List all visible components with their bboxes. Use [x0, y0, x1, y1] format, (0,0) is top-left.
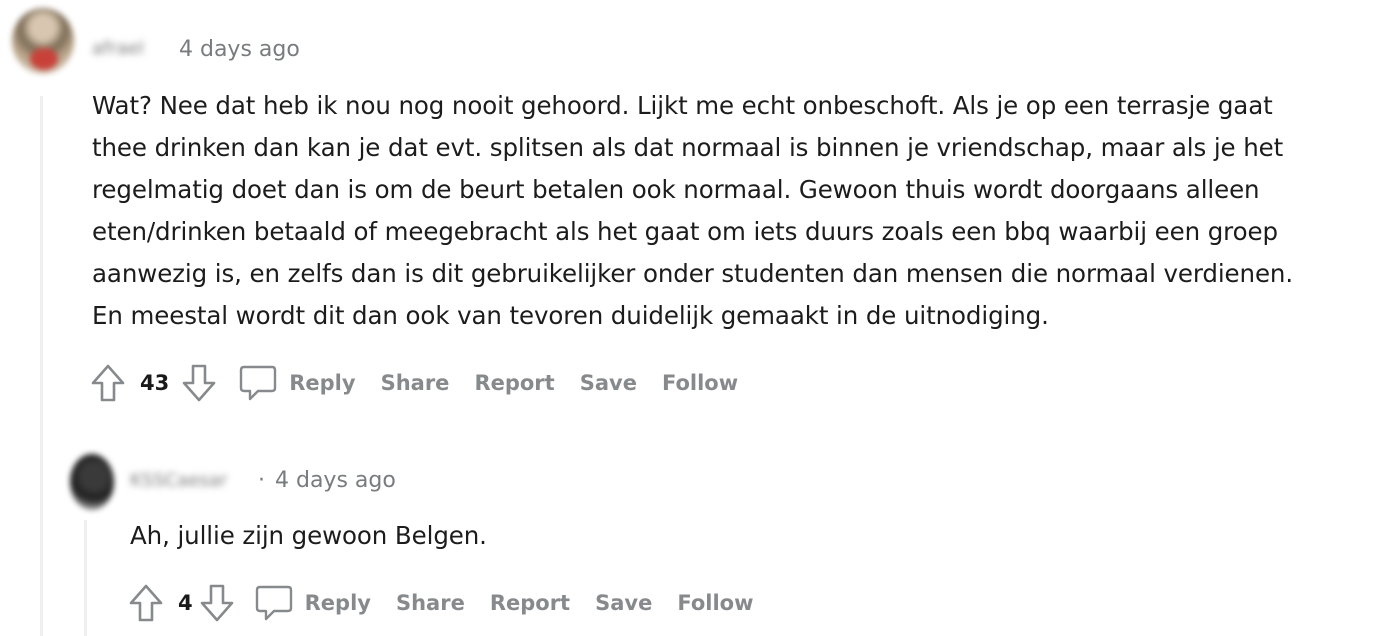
- follow-button[interactable]: Follow: [677, 591, 753, 615]
- comment-timestamp[interactable]: 4 days ago: [179, 37, 300, 62]
- comment-timestamp[interactable]: 4 days ago: [275, 468, 396, 493]
- thread-line[interactable]: [84, 520, 87, 636]
- upvote-arrow-icon[interactable]: [126, 583, 166, 623]
- save-button[interactable]: Save: [595, 591, 652, 615]
- comment-body: Wat? Nee dat heb ik nou nog nooit gehoor…: [92, 91, 1294, 330]
- thread-line[interactable]: [40, 96, 43, 636]
- reply-button[interactable]: Reply: [305, 591, 371, 615]
- downvote-arrow-icon[interactable]: [197, 583, 237, 623]
- username[interactable]: KSSCaesar: [130, 470, 227, 491]
- reply-button[interactable]: Reply: [289, 371, 355, 395]
- upvote-arrow-icon[interactable]: [88, 363, 128, 403]
- username[interactable]: afrael: [92, 38, 144, 59]
- follow-button[interactable]: Follow: [662, 371, 738, 395]
- share-button[interactable]: Share: [381, 371, 450, 395]
- report-button[interactable]: Report: [474, 371, 554, 395]
- avatar[interactable]: [12, 8, 74, 74]
- comment-body: Ah, jullie zijn gewoon Belgen.: [130, 521, 487, 550]
- report-button[interactable]: Report: [490, 591, 570, 615]
- comment-bubble-icon[interactable]: [237, 363, 279, 403]
- separator-dot: ·: [258, 468, 265, 493]
- avatar[interactable]: [70, 454, 114, 510]
- comment-action-bar: 4 Reply Share Report Save Follow: [126, 582, 754, 624]
- save-button[interactable]: Save: [580, 371, 637, 395]
- vote-count: 4: [178, 591, 193, 615]
- vote-count: 43: [140, 371, 170, 395]
- comment-action-bar: 43 Reply Share Report Save Follow: [88, 362, 738, 404]
- share-button[interactable]: Share: [396, 591, 465, 615]
- downvote-arrow-icon[interactable]: [179, 363, 219, 403]
- comment-bubble-icon[interactable]: [253, 583, 295, 623]
